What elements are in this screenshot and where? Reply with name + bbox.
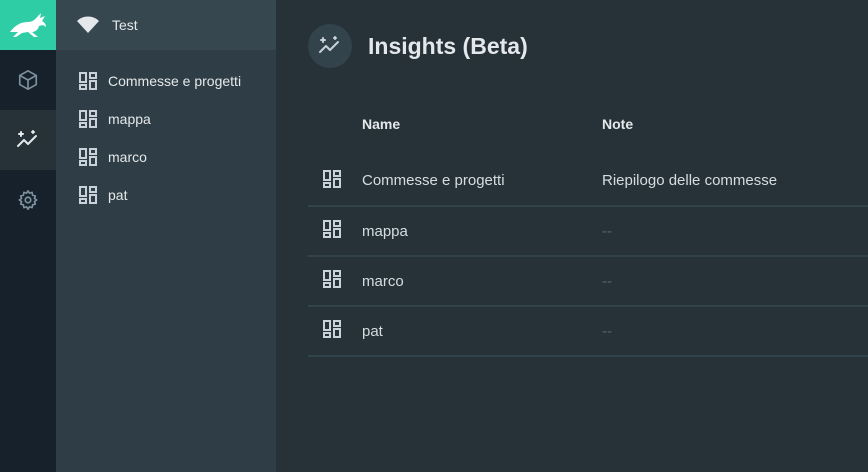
row-name[interactable]: Commesse e progetti xyxy=(362,156,602,207)
row-note: -- xyxy=(602,306,868,357)
page-header: Insights (Beta) xyxy=(276,0,868,92)
dashboard-icon xyxy=(308,206,362,257)
wifi-icon xyxy=(76,16,100,34)
dashboard-icon xyxy=(78,147,98,167)
nav-item-label: Commesse e progetti xyxy=(108,73,242,89)
module-insights[interactable] xyxy=(0,110,56,170)
insights-table: Name Note Commesse e progetti Riepilogo … xyxy=(308,92,868,357)
main-content: Insights (Beta) Name Note Commesse e pro… xyxy=(276,0,868,472)
column-header-icon xyxy=(308,92,362,156)
module-settings[interactable] xyxy=(0,170,56,230)
nav-item-mappa[interactable]: mappa xyxy=(56,100,276,138)
box-icon xyxy=(18,70,38,90)
dashboard-icon xyxy=(308,156,362,207)
row-note: -- xyxy=(602,256,868,307)
page-title: Insights (Beta) xyxy=(368,32,528,59)
insights-icon xyxy=(17,130,37,147)
row-name[interactable]: marco xyxy=(362,256,602,307)
table-row[interactable]: Commesse e progetti Riepilogo delle comm… xyxy=(308,156,868,207)
nav-list: Commesse e progetti mappa marco pat xyxy=(56,50,276,214)
table-row[interactable]: mappa -- xyxy=(308,206,868,257)
nav-header-label: Test xyxy=(112,17,138,33)
gear-icon xyxy=(18,190,38,210)
dashboard-icon xyxy=(308,306,362,357)
dashboard-icon xyxy=(308,256,362,307)
row-note: Riepilogo delle commesse xyxy=(602,156,868,207)
table-row[interactable]: pat -- xyxy=(308,306,868,357)
column-header-name[interactable]: Name xyxy=(362,92,602,156)
nav-item-marco[interactable]: marco xyxy=(56,138,276,176)
nav-item-label: pat xyxy=(108,187,128,203)
nav-header[interactable]: Test xyxy=(56,0,276,50)
nav-item-label: mappa xyxy=(108,111,151,127)
column-header-note[interactable]: Note xyxy=(602,92,868,156)
row-name[interactable]: pat xyxy=(362,306,602,357)
dashboard-icon xyxy=(78,71,98,91)
logo[interactable] xyxy=(0,0,56,50)
dashboard-icon xyxy=(78,109,98,129)
dashboard-icon xyxy=(78,185,98,205)
nav-item-label: marco xyxy=(108,149,147,165)
nav-item-commesse[interactable]: Commesse e progetti xyxy=(56,62,276,100)
module-box[interactable] xyxy=(0,50,56,110)
table-header-row: Name Note xyxy=(308,92,868,156)
module-bar xyxy=(0,0,56,472)
row-name[interactable]: mappa xyxy=(362,206,602,257)
insights-icon xyxy=(308,24,352,68)
gazelle-logo-icon xyxy=(10,13,46,37)
row-note: -- xyxy=(602,206,868,257)
table-row[interactable]: marco -- xyxy=(308,256,868,307)
navigation-panel: Test Commesse e progetti mappa marco pat xyxy=(56,0,276,472)
nav-item-pat[interactable]: pat xyxy=(56,176,276,214)
